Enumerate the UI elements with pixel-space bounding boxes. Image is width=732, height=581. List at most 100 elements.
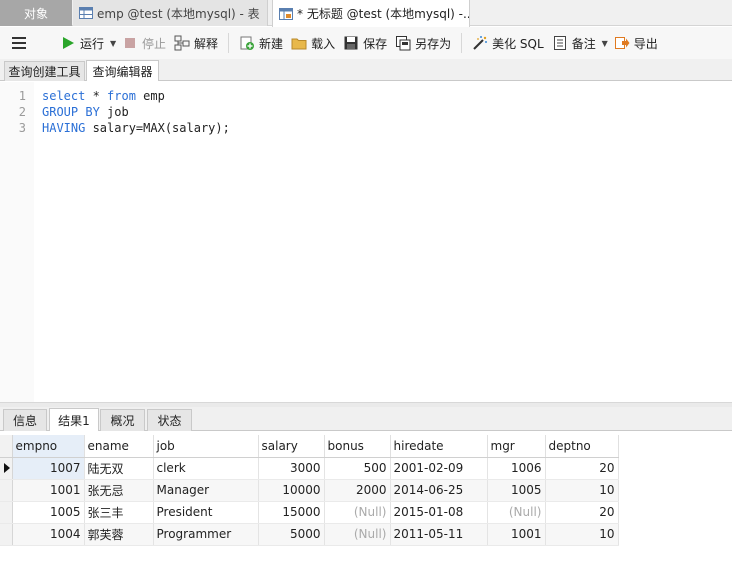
cell-job[interactable]: President — [153, 501, 259, 524]
cell-deptno[interactable]: 20 — [545, 457, 619, 480]
cell-empno[interactable]: 1004 — [12, 523, 85, 546]
save-label: 保存 — [363, 36, 388, 51]
cell-bonus[interactable]: 500 — [324, 457, 391, 480]
code-line: HAVING salary=MAX(salary); — [42, 120, 230, 136]
tab-info[interactable]: 信息 — [3, 409, 47, 431]
comment-label: 备注 — [571, 36, 596, 51]
cell-hiredate[interactable]: 2011-05-11 — [390, 523, 488, 546]
table-row[interactable]: 1001 张无忌 Manager 10000 2000 2014-06-25 1005 10 — [0, 479, 619, 502]
cell-empno[interactable]: 1005 — [12, 501, 85, 524]
run-button[interactable]: 运行 — [56, 31, 108, 55]
cell-bonus[interactable]: 2000 — [324, 479, 391, 502]
tab-overview[interactable]: 概况 — [100, 409, 145, 431]
cell-job[interactable]: Programmer — [153, 523, 259, 546]
export-button[interactable]: 导出 — [610, 31, 662, 55]
line-number: 1 — [18, 89, 26, 103]
comment-button[interactable]: 备注 — [548, 31, 600, 55]
column-header-mgr[interactable]: mgr — [487, 435, 546, 458]
sql-editor[interactable]: 1 select * from emp 2 GROUP BY job 3 HAVING s… — [0, 82, 732, 402]
sql-text: job — [99, 105, 129, 119]
comment-dropdown-button[interactable]: ▼ — [600, 31, 610, 55]
cell-job[interactable]: Manager — [153, 479, 259, 502]
play-icon — [63, 37, 74, 49]
cell-salary[interactable]: 3000 — [258, 457, 325, 480]
table-row[interactable]: 1007 陆无双 clerk 3000 500 2001-02-09 1006 20 — [0, 457, 619, 480]
cell-bonus[interactable]: (Null) — [324, 523, 391, 546]
tab-emp-table[interactable]: emp @test (本地mysql) - 表 — [73, 0, 268, 26]
code-line: GROUP BY job — [42, 104, 129, 120]
cell-salary[interactable]: 10000 — [258, 479, 325, 502]
table-header-row: empno ename job salary bonus hiredate mgr deptn… — [0, 435, 619, 458]
cell-empno[interactable]: 1007 — [12, 457, 85, 480]
cell-empno[interactable]: 1001 — [12, 479, 85, 502]
save-as-button[interactable]: 另存为 — [391, 31, 455, 55]
column-header-bonus[interactable]: bonus — [324, 435, 391, 458]
cell-ename[interactable]: 张无忌 — [84, 479, 154, 502]
new-button[interactable]: 新建 — [235, 31, 287, 55]
table-row[interactable]: 1005 张三丰 President 15000 (Null) 2015-01-08 (Nu… — [0, 501, 619, 524]
tab-status[interactable]: 状态 — [147, 409, 192, 431]
tab-query-editor[interactable]: 查询编辑器 — [86, 60, 159, 81]
save-button[interactable]: 保存 — [339, 31, 391, 55]
cell-bonus[interactable]: (Null) — [324, 501, 391, 524]
folder-icon — [291, 38, 307, 50]
cell-deptno[interactable]: 20 — [545, 501, 619, 524]
sql-keyword: GROUP BY — [42, 105, 100, 119]
save-as-label: 另存为 — [415, 36, 452, 51]
cell-deptno[interactable]: 10 — [545, 523, 619, 546]
save-icon — [344, 36, 358, 50]
magic-wand-icon — [473, 36, 488, 50]
export-label: 导出 — [633, 36, 658, 51]
row-indicator[interactable] — [0, 479, 13, 502]
tab-untitled-query-label: * 无标题 @test (本地mysql) -... — [297, 7, 470, 21]
explain-button[interactable]: 解释 — [170, 31, 222, 55]
cell-salary[interactable]: 5000 — [258, 523, 325, 546]
column-header-empno[interactable]: empno — [12, 435, 85, 458]
load-button[interactable]: 载入 — [287, 31, 339, 55]
cell-hiredate[interactable]: 2001-02-09 — [390, 457, 488, 480]
beautify-sql-button[interactable]: 美化 SQL — [468, 31, 548, 55]
query-mode-tabs: 查询创建工具 查询编辑器 — [0, 59, 732, 81]
current-row-arrow-icon — [4, 463, 10, 473]
cell-mgr[interactable]: 1006 — [487, 457, 546, 480]
row-indicator[interactable] — [0, 457, 13, 480]
cell-salary[interactable]: 15000 — [258, 501, 325, 524]
tab-untitled-query[interactable]: * 无标题 @test (本地mysql) -... — [272, 0, 470, 27]
cell-hiredate[interactable]: 2015-01-08 — [390, 501, 488, 524]
column-header-ename[interactable]: ename — [84, 435, 154, 458]
caret-down-icon: ▼ — [109, 38, 117, 48]
document-tab-bar: 对象 emp @test (本地mysql) - 表 * 无标题 @test (… — [0, 0, 732, 27]
cell-mgr[interactable]: 1005 — [487, 479, 546, 502]
table-row[interactable]: 1004 郭芙蓉 Programmer 5000 (Null) 2011-05-11 100… — [0, 523, 619, 546]
cell-mgr[interactable]: 1001 — [487, 523, 546, 546]
column-header-hiredate[interactable]: hiredate — [390, 435, 488, 458]
tab-result1[interactable]: 结果1 — [49, 408, 99, 431]
sql-text: salary=MAX(salary); — [85, 121, 230, 135]
tab-objects[interactable]: 对象 — [0, 0, 72, 26]
cell-mgr[interactable]: (Null) — [487, 501, 546, 524]
cell-hiredate[interactable]: 2014-06-25 — [390, 479, 488, 502]
column-header-deptno[interactable]: deptno — [545, 435, 619, 458]
load-label: 载入 — [311, 36, 336, 51]
sql-text: emp — [135, 89, 165, 103]
stop-button[interactable]: 停止 — [118, 31, 170, 55]
column-header-job[interactable]: job — [153, 435, 259, 458]
column-header-salary[interactable]: salary — [258, 435, 325, 458]
caret-down-icon: ▼ — [601, 38, 608, 48]
beautify-sql-label: 美化 SQL — [492, 36, 544, 51]
row-indicator[interactable] — [0, 523, 13, 546]
tab-emp-table-label: emp @test (本地mysql) - 表 — [97, 6, 260, 21]
cell-ename[interactable]: 张三丰 — [84, 501, 154, 524]
code-line: select * from emp — [42, 88, 165, 104]
row-indicator[interactable] — [0, 501, 13, 524]
menu-button[interactable] — [0, 31, 38, 55]
cell-deptno[interactable]: 10 — [545, 479, 619, 502]
run-dropdown-button[interactable]: ▼ — [108, 31, 118, 55]
tab-query-builder[interactable]: 查询创建工具 — [4, 61, 85, 81]
sql-keyword: from — [107, 89, 136, 103]
result-grid[interactable]: empno ename job salary bonus hiredate mgr deptn… — [0, 435, 619, 546]
result-tabs: 信息 结果1 概况 状态 — [0, 407, 732, 431]
cell-ename[interactable]: 郭芙蓉 — [84, 523, 154, 546]
cell-job[interactable]: clerk — [153, 457, 259, 480]
cell-ename[interactable]: 陆无双 — [84, 457, 154, 480]
